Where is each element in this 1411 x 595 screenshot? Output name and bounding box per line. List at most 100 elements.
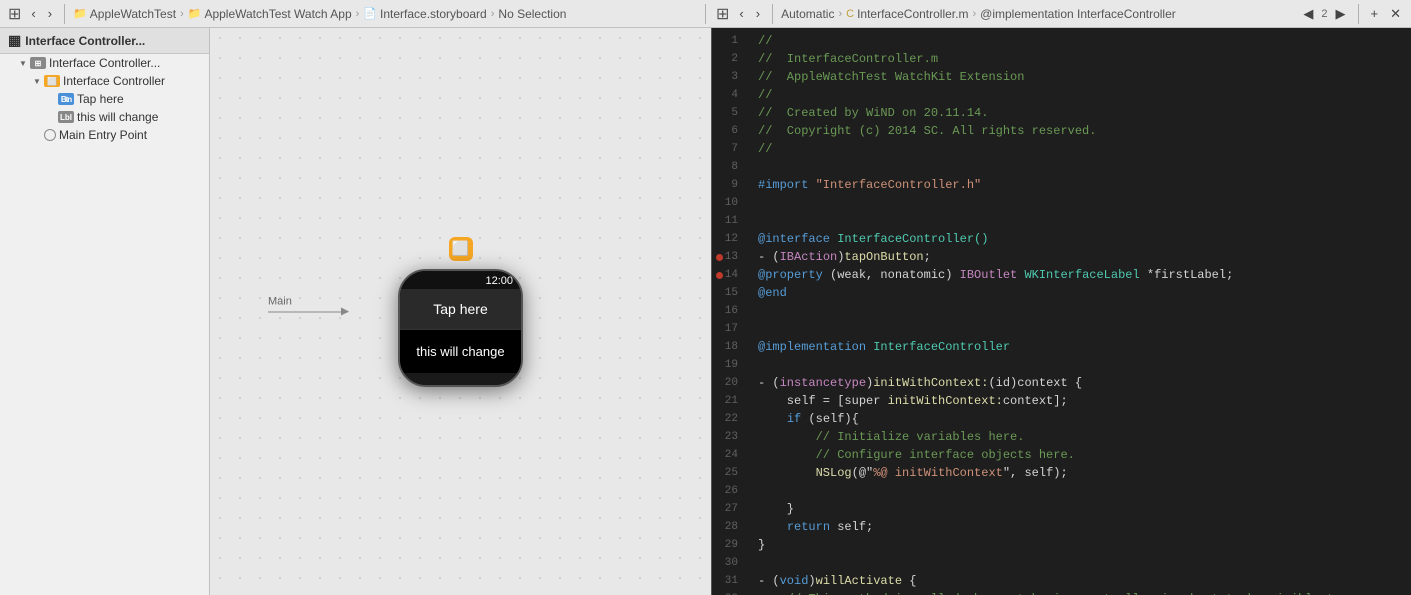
code-line-7: // (758, 140, 1403, 158)
add-editor-btn[interactable]: + (1367, 5, 1383, 22)
code-line-3: // AppleWatchTest WatchKit Extension (758, 68, 1403, 86)
back-button-left[interactable]: ‹ (27, 5, 39, 22)
code-line-32: // This method is called when watch view… (758, 590, 1403, 595)
code-line-11 (758, 212, 1403, 230)
line-number-22: 22 (712, 410, 744, 428)
code-line-27: } (758, 500, 1403, 518)
line-number-11: 11 (712, 212, 744, 230)
spacer-1 (46, 94, 56, 104)
code-line-12: @interface InterfaceController() (758, 230, 1403, 248)
line-number-5: 5 (712, 104, 744, 122)
line-number-1: 1 (712, 32, 744, 50)
code-line-9: #import "InterfaceController.h" (758, 176, 1403, 194)
next-issue-btn[interactable]: ▶ (1332, 5, 1350, 23)
outline-item-controller[interactable]: ▼ ⬜ Interface Controller (0, 72, 209, 90)
breadcrumb-sep-1: › (180, 8, 184, 20)
close-editor-btn[interactable]: ✕ (1386, 5, 1405, 23)
code-line-4: // (758, 86, 1403, 104)
watch-bottom-bar (400, 373, 521, 385)
forward-button-right[interactable]: › (752, 5, 764, 22)
grid-icon-right[interactable]: ⊞ (714, 2, 731, 26)
code-line-24: // Configure interface objects here. (758, 446, 1403, 464)
code-line-1: // (758, 32, 1403, 50)
breadcrumb-scheme[interactable]: Automatic (781, 7, 834, 21)
line-number-20: 20 (712, 374, 744, 392)
code-line-19 (758, 356, 1403, 374)
breadcrumb-selection: No Selection (498, 7, 566, 21)
line-number-18: 18 (712, 338, 744, 356)
grid-icon-left[interactable]: ⊞ (6, 2, 23, 26)
line-number-27: 27 (712, 500, 744, 518)
breadcrumb-target[interactable]: 📁 AppleWatchTest Watch App (188, 7, 352, 21)
watch-body: 12:00 Tap here this will change (398, 269, 523, 387)
line-number-16: 16 (712, 302, 744, 320)
line-number-19: 19 (712, 356, 744, 374)
line-number-15: 15 (712, 284, 744, 302)
code-line-14: @property (weak, nonatomic) IBOutlet WKI… (758, 266, 1403, 284)
line-number-12: 12 (712, 230, 744, 248)
code-line-8 (758, 158, 1403, 176)
code-area[interactable]: 1234567891011121314151617181920212223242… (712, 28, 1411, 595)
code-line-31: - (void)willActivate { (758, 572, 1403, 590)
line-number-23: 23 (712, 428, 744, 446)
btn-icon: Btn (58, 93, 74, 105)
prev-issue-btn[interactable]: ◀ (1299, 5, 1317, 23)
breadcrumb-project[interactable]: 📁 AppleWatchTest (73, 7, 176, 21)
outline-panel: ▦ Interface Controller... ▼ ⊞ Interface … (0, 28, 210, 595)
code-line-29: } (758, 536, 1403, 554)
line-number-13: 13 (712, 248, 744, 266)
breadcrumb-storyboard[interactable]: 📄 Interface.storyboard (363, 7, 486, 21)
line-number-17: 17 (712, 320, 744, 338)
watch-status-bar: 12:00 (400, 271, 521, 289)
line-number-26: 26 (712, 482, 744, 500)
left-toolbar: ⊞ ‹ › 📁 AppleWatchTest › 📁 AppleWatchTes… (6, 2, 697, 26)
line-number-28: 28 (712, 518, 744, 536)
line-number-4: 4 (712, 86, 744, 104)
watch-scene: Main ⬜ 12:00 Tap here this will change (398, 237, 523, 387)
code-line-2: // InterfaceController.m (758, 50, 1403, 68)
code-line-22: if (self){ (758, 410, 1403, 428)
line-number-10: 10 (712, 194, 744, 212)
code-line-26 (758, 482, 1403, 500)
main-toolbar: ⊞ ‹ › 📁 AppleWatchTest › 📁 AppleWatchTes… (0, 0, 1411, 28)
code-editor-panel: 1234567891011121314151617181920212223242… (711, 28, 1411, 595)
toolbar-divider-2 (772, 4, 773, 24)
watch-tap-button[interactable]: Tap here (400, 289, 521, 330)
breadcrumb-implementation[interactable]: @implementation InterfaceController (980, 7, 1176, 21)
forward-button-left[interactable]: › (44, 5, 56, 22)
outline-item-main-entry[interactable]: Main Entry Point (0, 126, 209, 144)
outline-item-label[interactable]: Lbl this will change (0, 108, 209, 126)
root-icon: ⊞ (30, 57, 46, 69)
main-content: ▦ Interface Controller... ▼ ⊞ Interface … (0, 28, 1411, 595)
code-content[interactable]: //// InterfaceController.m// AppleWatchT… (750, 28, 1411, 595)
code-line-23: // Initialize variables here. (758, 428, 1403, 446)
outline-item-tap-here[interactable]: Btn Tap here (0, 90, 209, 108)
toolbar-divider-center (705, 4, 706, 24)
lbl-icon: Lbl (58, 111, 74, 123)
line-number-9: 9 (712, 176, 744, 194)
back-button-right[interactable]: ‹ (735, 5, 747, 22)
code-breadcrumb-sep-2: › (972, 8, 976, 20)
outline-item-root[interactable]: ▼ ⊞ Interface Controller... (0, 54, 209, 72)
code-line-20: - (instancetype)initWithContext:(id)cont… (758, 374, 1403, 392)
line-number-14: 14 (712, 266, 744, 284)
watch-container: ⬜ 12:00 Tap here this will change (398, 237, 523, 387)
entry-icon (44, 129, 56, 141)
outline-header: ▦ Interface Controller... (0, 28, 209, 54)
line-number-6: 6 (712, 122, 744, 140)
line-number-29: 29 (712, 536, 744, 554)
code-line-25: NSLog(@"%@ initWithContext", self); (758, 464, 1403, 482)
code-line-21: self = [super initWithContext:context]; (758, 392, 1403, 410)
expand-icon-controller: ▼ (32, 76, 42, 86)
line-number-32: 32 (712, 590, 744, 595)
code-line-18: @implementation InterfaceController (758, 338, 1403, 356)
code-line-13: - (IBAction)tapOnButton; (758, 248, 1403, 266)
breadcrumb-codefile[interactable]: C InterfaceController.m (846, 7, 968, 21)
line-number-24: 24 (712, 446, 744, 464)
arrow-line (268, 311, 348, 312)
main-arrow: Main (268, 311, 348, 312)
code-line-30 (758, 554, 1403, 572)
storyboard-canvas[interactable]: Main ⬜ 12:00 Tap here this will change (210, 28, 711, 595)
line-number-30: 30 (712, 554, 744, 572)
scene-icon: ⬜ (449, 237, 473, 261)
